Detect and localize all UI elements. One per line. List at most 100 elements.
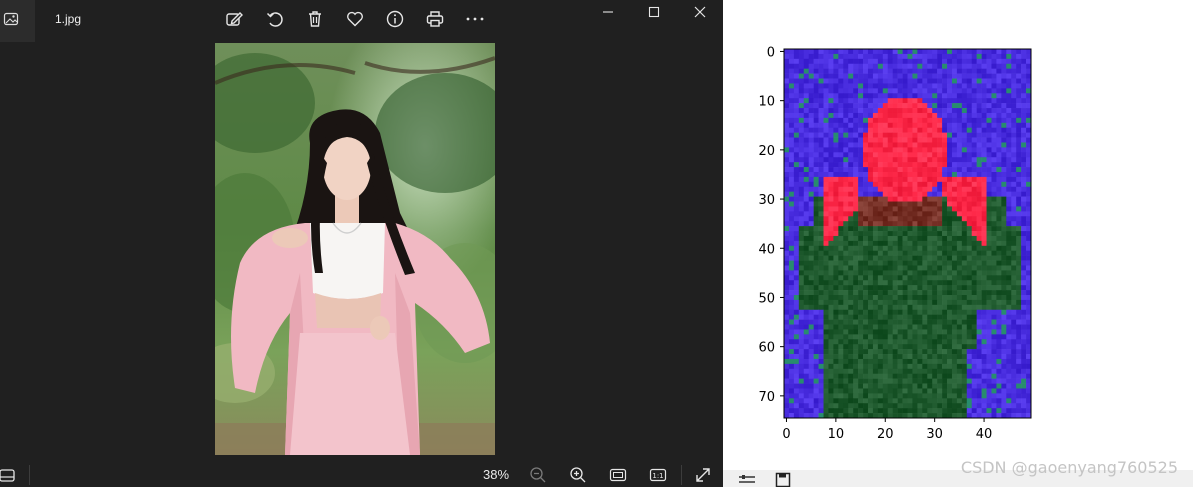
heatmap-cell: [991, 329, 997, 335]
app-tab[interactable]: [0, 0, 35, 42]
heatmap-cell: [793, 196, 800, 202]
heatmap-cell: [853, 260, 859, 266]
heatmap-cell: [897, 73, 903, 79]
heatmap-cell: [932, 275, 938, 281]
heatmap-cell: [823, 275, 829, 281]
heatmap-cell: [788, 211, 795, 217]
heatmap-cell: [966, 108, 973, 114]
heatmap-cell: [951, 245, 958, 252]
heatmap-cell: [951, 231, 958, 237]
heatmap-cell: [813, 122, 819, 129]
zoom-in-button[interactable]: [569, 466, 587, 484]
heatmap-cell: [917, 231, 923, 237]
heatmap-cell: [897, 53, 903, 60]
heatmap-cell: [1021, 211, 1027, 217]
heatmap-cell: [956, 98, 963, 104]
heatmap-cell: [863, 211, 869, 217]
zoom-out-button[interactable]: [529, 466, 547, 484]
heatmap-cell: [1011, 186, 1017, 192]
heatmap-cell: [808, 132, 814, 138]
y-tick-label: 40: [758, 242, 775, 257]
heatmap-cell: [808, 73, 814, 79]
heatmap-cell: [823, 196, 829, 202]
heatmap-cell: [784, 191, 790, 197]
configure-subplots-icon[interactable]: [736, 473, 758, 487]
heatmap-cell: [1011, 78, 1017, 84]
rotate-button[interactable]: [265, 9, 285, 29]
heatmap-cell: [1006, 88, 1012, 94]
heatmap-cell: [902, 354, 908, 360]
heatmap-cell: [902, 295, 908, 301]
heatmap-cell: [858, 93, 864, 99]
heatmap-cell: [872, 83, 879, 89]
heatmap-cell: [1016, 408, 1022, 414]
heatmap-cell: [996, 255, 1002, 261]
heatmap-cell: [867, 127, 874, 133]
heatmap-cell: [937, 255, 943, 261]
heatmap-cell: [1011, 181, 1017, 188]
heatmap-cell: [858, 319, 864, 325]
heatmap-cell: [788, 58, 795, 65]
heatmap-cell: [808, 167, 814, 173]
heatmap-cell: [808, 393, 814, 399]
heatmap-cell: [897, 373, 903, 379]
heatmap-cell: [942, 299, 948, 306]
info-button[interactable]: [385, 9, 405, 29]
heatmap-cell: [798, 206, 805, 212]
save-figure-icon[interactable]: [775, 472, 791, 487]
heatmap-cell: [803, 309, 809, 315]
heatmap-cell: [947, 172, 953, 178]
heatmap-cell: [853, 186, 859, 192]
heatmap-cell: [951, 368, 958, 375]
actual-size-button[interactable]: 1:1: [649, 466, 667, 484]
print-button[interactable]: [425, 9, 445, 29]
heatmap-cell: [1021, 108, 1027, 114]
heatmap-cell: [971, 226, 977, 232]
heatmap-cell: [937, 235, 943, 242]
maximize-button[interactable]: [646, 4, 662, 20]
favorite-button[interactable]: [345, 9, 365, 29]
heatmap-cell: [823, 226, 829, 232]
heatmap-cell: [863, 137, 869, 143]
more-button[interactable]: [465, 9, 485, 29]
heatmap-cell: [803, 186, 809, 192]
photos-app-icon: [3, 12, 19, 26]
heatmap-cell: [1011, 304, 1017, 311]
delete-button[interactable]: [305, 9, 325, 29]
heatmap-cell: [951, 49, 958, 55]
heatmap-cell: [937, 398, 943, 404]
heatmap-cell: [867, 373, 874, 379]
heatmap-cell: [907, 270, 913, 276]
heatmap-cell: [932, 93, 938, 99]
heatmap-cell: [937, 363, 943, 370]
fit-window-button[interactable]: [609, 466, 627, 484]
heatmap-cell: [947, 363, 953, 370]
heatmap-cell: [867, 299, 874, 306]
heatmap-cell: [843, 127, 849, 133]
heatmap-cell: [892, 68, 898, 74]
heatmap-cell: [917, 211, 923, 217]
heatmap-cell: [1011, 235, 1017, 242]
minimize-button[interactable]: [600, 4, 616, 20]
close-button[interactable]: [692, 4, 708, 20]
heatmap-cell: [877, 226, 884, 232]
heatmap-cell: [961, 142, 968, 148]
heatmap-cell: [922, 68, 928, 74]
heatmap-cell: [818, 78, 824, 84]
heatmap-cell: [966, 191, 973, 197]
heatmap-cell: [971, 349, 977, 355]
heatmap-cell: [863, 157, 869, 163]
heatmap-cell: [976, 363, 982, 370]
heatmap-cell: [828, 83, 834, 89]
heatmap-cell: [947, 378, 953, 384]
heatmap-cell: [927, 152, 933, 158]
filmstrip-button[interactable]: [0, 466, 16, 484]
heatmap-cell: [912, 334, 918, 340]
heatmap-cell: [1021, 314, 1027, 320]
fullscreen-button[interactable]: [694, 466, 712, 484]
heatmap-cell: [956, 295, 963, 301]
heatmap-cell: [907, 358, 913, 365]
heatmap-cell: [937, 191, 943, 197]
heatmap-cell: [838, 358, 844, 365]
edit-button[interactable]: [224, 9, 244, 29]
